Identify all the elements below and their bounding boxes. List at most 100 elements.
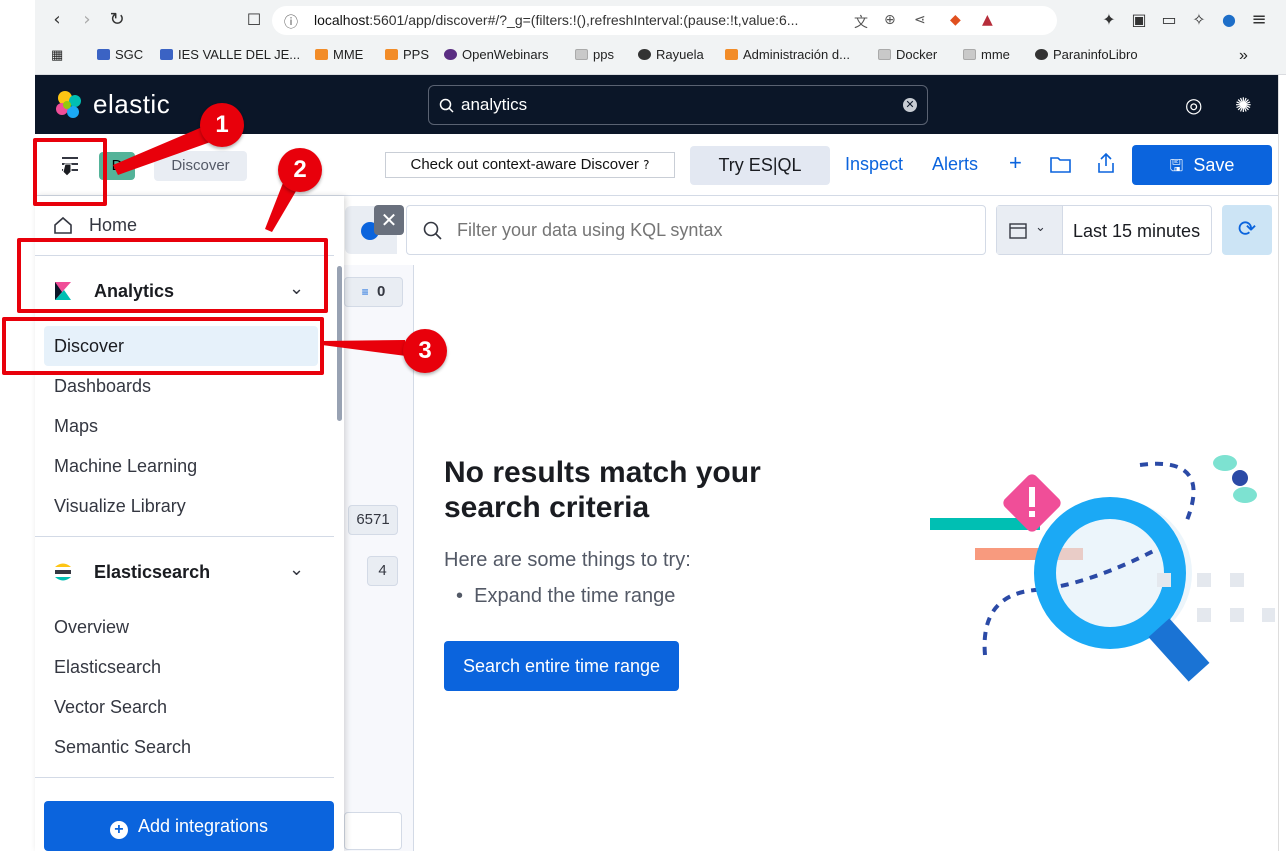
bookmark-label: IES VALLE DEL JE... xyxy=(178,47,301,62)
brave-rewards-icon[interactable]: ▲ xyxy=(982,12,993,28)
quick-menu-button[interactable]: ⌄ xyxy=(997,206,1063,254)
bookmark-rayuela[interactable]: Rayuela xyxy=(638,47,704,62)
zoom-icon[interactable]: ⊕ xyxy=(884,12,896,28)
breadcrumb-discover[interactable]: Discover xyxy=(154,151,247,181)
plus-circle-icon: + xyxy=(109,821,128,839)
browser-chrome: ‹ › ↻ ☐ ⓘ localhost:5601/app/discover#/?… xyxy=(35,0,1286,75)
nav-dashboards[interactable]: Dashboards xyxy=(54,376,151,397)
save-button[interactable]: 🖫 Save xyxy=(1132,145,1272,185)
field-footer-button[interactable] xyxy=(344,812,402,850)
refresh-button[interactable]: ⟳ xyxy=(1222,205,1272,255)
time-range-label[interactable]: Last 15 minutes xyxy=(1073,221,1200,242)
bookmark-label: Docker xyxy=(896,47,938,62)
brave-shield-icon[interactable]: ◆ xyxy=(950,12,961,28)
kql-input[interactable] xyxy=(457,220,957,241)
bookmark-label: mme xyxy=(981,47,1010,62)
sidebar-icon[interactable]: ▣ xyxy=(1127,8,1151,32)
calendar-icon xyxy=(1009,223,1027,239)
reload-icon[interactable]: ↻ xyxy=(105,8,129,32)
help-circle-icon: ? xyxy=(643,158,650,172)
globe-icon xyxy=(638,49,651,60)
close-nav-icon[interactable]: ✕ xyxy=(374,205,404,235)
folder-icon xyxy=(963,49,976,60)
suggestion-item: • Expand the time range xyxy=(456,585,676,607)
wallet-icon[interactable]: ▭ xyxy=(1157,8,1181,32)
share-upload-icon[interactable] xyxy=(1097,152,1115,174)
global-search[interactable]: ✕ xyxy=(428,85,928,125)
desktop-left-strip xyxy=(0,0,35,851)
global-search-input[interactable] xyxy=(461,95,881,115)
bookmark-label: Administración d... xyxy=(743,47,850,62)
empty-state-subtitle: Here are some things to try: xyxy=(444,549,691,571)
bookmark-paraninfo[interactable]: ParaninfoLibro xyxy=(1035,47,1138,62)
bookmark-mme[interactable]: MME xyxy=(315,47,363,62)
bookmark-pps-folder[interactable]: pps xyxy=(575,47,614,62)
open-folder-icon[interactable] xyxy=(1050,155,1072,173)
chevron-down-icon: ⌄ xyxy=(1035,220,1046,235)
nav-overview[interactable]: Overview xyxy=(54,617,129,638)
kql-query-bar[interactable] xyxy=(406,205,986,255)
bookmarks-bar: ▦ SGC IES VALLE DEL JE... MME PPS OpenWe… xyxy=(35,40,1286,70)
apps-icon[interactable]: ▦ xyxy=(51,47,63,63)
bookmark-sgc[interactable]: SGC xyxy=(97,47,143,62)
nav-vector-search[interactable]: Vector Search xyxy=(54,697,167,718)
empty-state-title: No results match your search criteria xyxy=(444,456,761,524)
annotation-number-2: 2 xyxy=(278,148,322,192)
date-picker[interactable]: ⌄ Last 15 minutes xyxy=(996,205,1212,255)
bookmarks-overflow-icon[interactable]: » xyxy=(1239,47,1248,65)
field-count-badge: 4 xyxy=(367,556,398,586)
profile-icon[interactable]: ● xyxy=(1217,8,1241,32)
bookmark-icon[interactable]: ☐ xyxy=(242,8,266,32)
add-integrations-button[interactable]: + Add integrations xyxy=(44,801,334,851)
leo-icon[interactable]: ✧ xyxy=(1187,8,1211,32)
url-host: localhost xyxy=(314,12,370,28)
suggestion-text: Expand the time range xyxy=(474,585,676,607)
nav-visualize-library[interactable]: Visualize Library xyxy=(54,496,186,517)
site-info-icon[interactable]: ⓘ xyxy=(284,12,298,32)
nav-elasticsearch[interactable]: Elasticsearch xyxy=(54,657,161,678)
bookmark-docker[interactable]: Docker xyxy=(878,47,937,62)
url-text[interactable]: localhost:5601/app/discover#/?_g=(filter… xyxy=(314,12,834,28)
news-icon[interactable]: ✺ xyxy=(1235,93,1252,117)
nav-semantic-search[interactable]: Semantic Search xyxy=(54,737,191,758)
annotation-box-analytics xyxy=(17,238,328,313)
address-bar[interactable]: ⓘ localhost:5601/app/discover#/?_g=(filt… xyxy=(272,6,1057,35)
back-icon[interactable]: ‹ xyxy=(45,8,69,32)
filter-count-badge[interactable]: ≡ 0 xyxy=(344,277,403,307)
help-icon[interactable]: ◎ xyxy=(1185,93,1202,117)
bookmark-pps[interactable]: PPS xyxy=(385,47,429,62)
new-icon[interactable]: + xyxy=(1009,150,1022,176)
nav-scrollbar[interactable] xyxy=(337,266,342,421)
nav-section-elasticsearch[interactable]: Elasticsearch xyxy=(94,562,210,583)
try-esql-button[interactable]: Try ES|QL xyxy=(690,146,830,185)
search-entire-time-range-button[interactable]: Search entire time range xyxy=(444,641,679,691)
desktop-right-strip xyxy=(1278,75,1286,851)
share-icon[interactable]: ⋖ xyxy=(914,12,926,28)
moodle-icon xyxy=(385,49,398,60)
save-icon: 🖫 xyxy=(1169,156,1184,175)
alerts-button[interactable]: Alerts xyxy=(932,154,978,175)
annotation-number-3: 3 xyxy=(403,329,447,373)
bookmark-administracion[interactable]: Administración d... xyxy=(725,47,850,62)
bookmark-openwebinars[interactable]: OpenWebinars xyxy=(444,47,548,62)
bookmark-ies[interactable]: IES VALLE DEL JE... xyxy=(160,47,300,62)
context-aware-label: Check out context-aware Discover xyxy=(410,156,639,173)
inspect-button[interactable]: Inspect xyxy=(845,154,903,175)
bookmark-mme-folder[interactable]: mme xyxy=(963,47,1010,62)
search-icon xyxy=(423,221,442,240)
nav-maps[interactable]: Maps xyxy=(54,416,98,437)
extensions-icon[interactable]: ✦ xyxy=(1097,8,1121,32)
chevron-down-icon[interactable]: ⌄ xyxy=(289,559,304,580)
forward-icon[interactable]: › xyxy=(75,8,99,32)
bookmark-label: OpenWebinars xyxy=(462,47,549,62)
bookmark-label: PPS xyxy=(403,47,430,62)
search-icon xyxy=(439,98,454,113)
nav-home[interactable]: Home xyxy=(89,215,137,236)
context-aware-button[interactable]: Check out context-aware Discover ? xyxy=(385,152,675,178)
nav-machine-learning[interactable]: Machine Learning xyxy=(54,456,197,477)
clear-search-icon[interactable]: ✕ xyxy=(903,98,917,112)
menu-icon[interactable]: ≡ xyxy=(1247,8,1271,32)
browser-toolbar: ‹ › ↻ ☐ ⓘ localhost:5601/app/discover#/?… xyxy=(35,0,1286,40)
translate-icon[interactable]: 文 xyxy=(854,12,868,32)
ies-icon xyxy=(160,49,173,60)
